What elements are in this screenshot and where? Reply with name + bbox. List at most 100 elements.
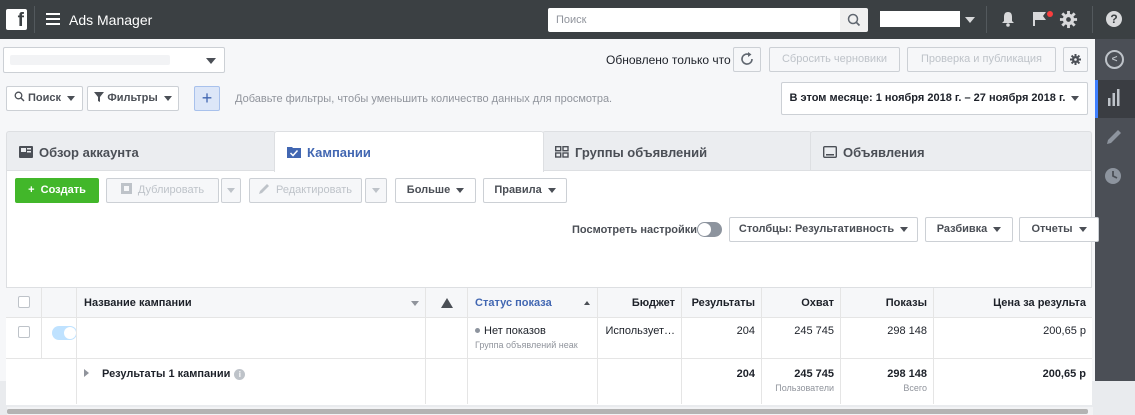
search-input[interactable]: Поиск	[548, 8, 840, 32]
main-content: Обновлено только что Сбросить черновики …	[0, 39, 1099, 415]
tab-ads[interactable]: Объявления	[810, 131, 1092, 171]
gear-icon[interactable]	[1059, 10, 1078, 29]
filter-icon	[94, 92, 105, 102]
search-button[interactable]	[840, 8, 868, 32]
view-settings-toggle[interactable]	[697, 222, 722, 237]
filters-label: Фильтры	[107, 92, 158, 104]
header-results[interactable]: Результаты	[682, 288, 762, 317]
ad-icon	[823, 146, 837, 158]
delivery-status: Нет показов	[484, 325, 546, 337]
filters-button[interactable]: Фильтры	[87, 86, 179, 111]
bar-chart-icon	[1108, 89, 1120, 106]
rules-button[interactable]: Правила	[483, 178, 567, 203]
chevron-down-icon	[67, 95, 76, 101]
add-filter-button[interactable]: +	[194, 86, 220, 111]
totals-spacer	[6, 359, 77, 404]
charts-button[interactable]	[1095, 80, 1135, 118]
header-warnings	[426, 288, 468, 317]
select-all-checkbox[interactable]	[18, 296, 30, 308]
discard-drafts-button[interactable]: Сбросить черновики	[769, 47, 900, 72]
facebook-logo-icon[interactable]: f	[6, 9, 27, 30]
header-cost-per-result[interactable]: Цена за результа	[934, 288, 1092, 317]
divider	[34, 6, 35, 33]
folder-check-icon	[287, 147, 301, 158]
date-range-selector[interactable]: В этом месяце: 1 ноября 2018 г. – 27 ноя…	[781, 82, 1088, 115]
breakdown-button[interactable]: Разбивка	[925, 217, 1013, 242]
scroll-thumb[interactable]	[7, 409, 1088, 414]
edit-button[interactable]: Редактировать	[249, 178, 362, 203]
duplicate-button[interactable]: Дублировать	[106, 178, 219, 203]
warning-cell	[426, 318, 468, 358]
columns-button[interactable]: Столбцы: Результативность	[729, 217, 918, 242]
header-campaign-name[interactable]: Название кампании	[77, 288, 426, 317]
bell-icon[interactable]	[1001, 11, 1015, 27]
chevron-down-icon[interactable]	[965, 17, 975, 23]
campaign-toggle[interactable]	[52, 326, 76, 340]
delivery-status-cell: Нет показов Группа объявлений неак	[468, 318, 598, 358]
campaigns-table: Название кампании Статус показа Бюджет Р…	[6, 287, 1092, 405]
totals-cost: 200,65 р	[1042, 368, 1086, 380]
refresh-icon	[741, 52, 753, 65]
horizontal-scrollbar[interactable]	[7, 407, 1093, 415]
totals-impressions-cell: 298 148 Всего	[841, 359, 934, 404]
refresh-button[interactable]	[733, 47, 761, 72]
search-icon	[14, 91, 25, 102]
header-impressions[interactable]: Показы	[841, 288, 934, 317]
totals-warning-cell	[426, 359, 468, 404]
search-icon	[847, 13, 861, 27]
totals-impressions-unit: Всего	[903, 383, 927, 393]
tab-campaigns[interactable]: Кампании	[274, 131, 544, 172]
totals-reach-unit: Пользователи	[775, 383, 834, 393]
info-icon[interactable]: i	[234, 369, 246, 380]
right-rail: <	[1095, 39, 1135, 381]
overview-icon	[19, 146, 33, 158]
edit-menu-button[interactable]	[365, 178, 387, 203]
tab-label: Группы объявлений	[575, 145, 708, 160]
chevron-down-icon	[1078, 226, 1087, 232]
header-reach[interactable]: Охват	[762, 288, 841, 317]
more-label: Больше	[406, 184, 451, 196]
date-range-label: В этом месяце: 1 ноября 2018 г. – 27 ноя…	[789, 92, 1066, 104]
settings-button[interactable]	[1063, 47, 1088, 72]
totals-budget-cell	[598, 359, 682, 404]
flag-icon[interactable]	[1032, 11, 1048, 26]
tab-ad-sets[interactable]: Группы объявлений	[542, 131, 812, 171]
reports-label: Отчеты	[1031, 223, 1073, 235]
account-name[interactable]	[880, 11, 960, 27]
header-delivery-status[interactable]: Статус показа	[468, 288, 598, 317]
sort-asc-icon	[584, 301, 590, 305]
totals-status-cell	[468, 359, 598, 404]
account-selector[interactable]	[3, 47, 225, 73]
app-title[interactable]: Ads Manager	[69, 12, 152, 28]
edit-panel-button[interactable]	[1095, 120, 1135, 158]
create-button[interactable]: + Создать	[15, 178, 99, 203]
tab-label: Кампании	[307, 145, 371, 160]
totals-label: Результаты 1 кампании	[102, 368, 231, 380]
duplicate-menu-button[interactable]	[221, 178, 241, 203]
chevron-down-icon	[900, 226, 909, 232]
header-budget[interactable]: Бюджет	[598, 288, 682, 317]
table-row[interactable]: Нет показов Группа объявлений неак Исполь…	[6, 318, 1092, 359]
totals-label-cell[interactable]: Результаты 1 кампании i	[77, 359, 426, 404]
divider	[986, 6, 987, 33]
collapse-button[interactable]: <	[1095, 40, 1135, 78]
menu-icon[interactable]	[46, 13, 60, 25]
campaign-name-cell[interactable]	[77, 318, 426, 358]
pencil-icon	[1107, 130, 1121, 144]
tab-account-overview[interactable]: Обзор аккаунта	[6, 131, 276, 171]
grid-icon	[555, 146, 569, 158]
row-select-cell	[6, 318, 42, 358]
gear-icon	[1070, 54, 1081, 65]
history-button[interactable]	[1095, 157, 1135, 195]
reports-button[interactable]: Отчеты	[1019, 217, 1099, 242]
search-filter-button[interactable]: Поиск	[6, 86, 83, 111]
chevron-down-icon	[1071, 95, 1080, 101]
level-tabs: Обзор аккаунта Кампании Группы объявлени…	[6, 131, 1092, 172]
budget-cell: Использует…	[598, 318, 682, 358]
row-checkbox[interactable]	[18, 326, 30, 338]
select-all-cell	[6, 288, 42, 317]
review-publish-button[interactable]: Проверка и публикация	[907, 47, 1056, 72]
help-icon[interactable]: ?	[1106, 11, 1122, 27]
totals-reach-cell: 245 745 Пользователи	[762, 359, 841, 404]
more-button[interactable]: Больше	[395, 178, 476, 203]
